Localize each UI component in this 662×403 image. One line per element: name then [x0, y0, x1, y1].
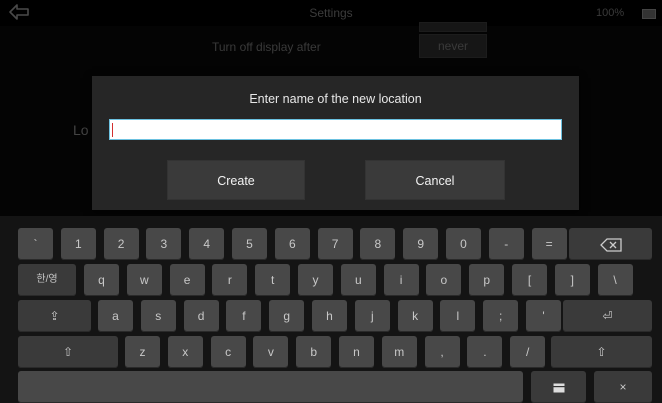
close-keyboard-key[interactable]: × [594, 371, 652, 403]
key-p[interactable]: p [469, 264, 505, 296]
location-name-input[interactable] [109, 119, 562, 140]
hide-keyboard-key[interactable] [531, 371, 586, 403]
key-sym-10[interactable]: ' [526, 300, 561, 332]
key-b[interactable]: b [296, 336, 332, 368]
new-location-dialog: Enter name of the new location Create Ca… [92, 76, 579, 210]
key-sym-8[interactable]: . [467, 336, 503, 368]
keyboard-hide-icon [553, 383, 564, 393]
key-o[interactable]: o [426, 264, 462, 296]
key-z[interactable]: z [125, 336, 160, 368]
key-sym-0[interactable]: ` [18, 228, 53, 260]
key-sym-12[interactable]: = [531, 228, 567, 260]
enter-key[interactable]: ⏎ [563, 300, 652, 332]
space-key[interactable] [18, 371, 523, 403]
shift-right-key[interactable]: ⇧ [551, 336, 652, 368]
key-q[interactable]: q [84, 264, 119, 296]
backspace-key[interactable] [569, 228, 652, 260]
key-sym-12[interactable]: \ [597, 264, 633, 296]
setting-value-display-off: never [419, 34, 487, 58]
key-r[interactable]: r [212, 264, 248, 296]
key-9[interactable]: 9 [403, 228, 439, 260]
key-k[interactable]: k [397, 300, 433, 332]
battery-percent: 100% [596, 7, 625, 19]
onscreen-keyboard: ` 1 2 3 4 5 6 7 8 9 0- = 한/영 q w e r t y u i o p[] \ ⇪ asdfgh… [0, 216, 662, 403]
key-2[interactable]: 2 [103, 228, 139, 260]
key-y[interactable]: y [298, 264, 333, 296]
key-l[interactable]: l [440, 300, 476, 332]
key-f[interactable]: f [226, 300, 262, 332]
setting-label-display-off: Turn off display after [212, 40, 321, 54]
key-g[interactable]: g [269, 300, 305, 332]
key-5[interactable]: 5 [232, 228, 267, 260]
dialog-title: Enter name of the new location [249, 92, 422, 106]
key-v[interactable]: v [253, 336, 289, 368]
status-bar: Settings 100% [0, 0, 662, 26]
text-cursor [112, 123, 113, 137]
create-button[interactable]: Create [167, 160, 305, 200]
caps-lock-key[interactable]: ⇪ [18, 300, 91, 332]
setting-label-location: Lo [73, 122, 89, 138]
key-w[interactable]: w [126, 264, 162, 296]
backspace-icon [599, 238, 622, 252]
cancel-button[interactable]: Cancel [365, 160, 505, 200]
key-sym-11[interactable]: - [488, 228, 524, 260]
key-x[interactable]: x [167, 336, 203, 368]
shift-left-key[interactable]: ⇧ [18, 336, 118, 368]
key-sym-10[interactable]: [ [512, 264, 547, 296]
key-0[interactable]: 0 [446, 228, 481, 260]
setting-value-above [419, 22, 487, 32]
key-d[interactable]: d [183, 300, 219, 332]
key-j[interactable]: j [354, 300, 390, 332]
key-n[interactable]: n [339, 336, 374, 368]
key-a[interactable]: a [98, 300, 133, 332]
key-e[interactable]: e [169, 264, 205, 296]
key-m[interactable]: m [381, 336, 417, 368]
key-t[interactable]: t [255, 264, 291, 296]
key-sym-7[interactable]: , [424, 336, 460, 368]
key-u[interactable]: u [340, 264, 376, 296]
lang-switch-key[interactable]: 한/영 [18, 264, 76, 296]
key-sym-9[interactable]: ; [483, 300, 519, 332]
key-i[interactable]: i [383, 264, 419, 296]
key-h[interactable]: h [312, 300, 347, 332]
key-7[interactable]: 7 [317, 228, 353, 260]
key-1[interactable]: 1 [60, 228, 96, 260]
key-s[interactable]: s [140, 300, 176, 332]
status-title: Settings [309, 6, 353, 20]
key-6[interactable]: 6 [274, 228, 310, 260]
key-8[interactable]: 8 [360, 228, 396, 260]
key-c[interactable]: c [210, 336, 246, 368]
battery-icon [642, 9, 656, 19]
key-sym-9[interactable]: / [510, 336, 546, 368]
key-3[interactable]: 3 [146, 228, 182, 260]
key-4[interactable]: 4 [189, 228, 225, 260]
key-sym-11[interactable]: ] [554, 264, 590, 296]
